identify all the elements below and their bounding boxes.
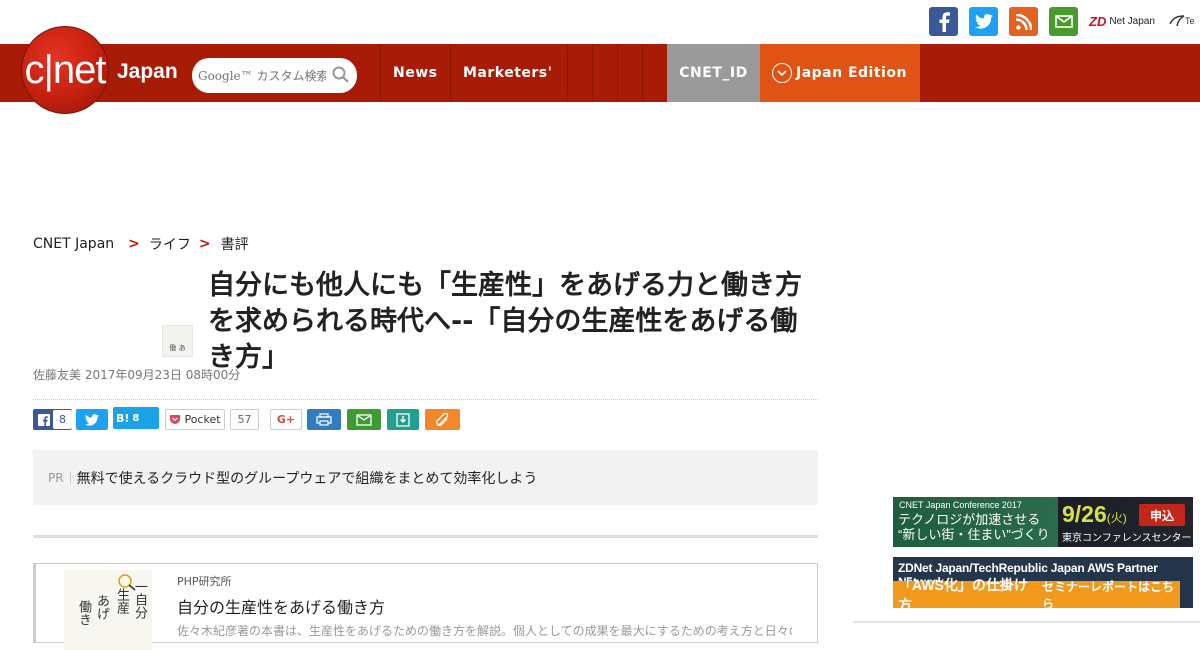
rss-icon[interactable] — [1009, 7, 1038, 36]
techrepublic-icon — [1169, 15, 1185, 27]
mail-icon — [356, 413, 372, 426]
banner-main: 「AWS化」の仕掛け方 — [898, 576, 1028, 609]
zdnet-logo: ZD — [1089, 13, 1107, 29]
facebook-icon — [38, 413, 50, 426]
banner-venue: 東京コンファレンスセンター — [1062, 533, 1192, 544]
pr-link[interactable]: 無料で使えるクラウド型のグループウェアで組織をまとめて効率化しよう — [77, 468, 538, 488]
section-divider — [33, 535, 818, 538]
facebook-share-count: 8 — [53, 410, 72, 429]
save-button[interactable] — [387, 409, 419, 430]
book-cover[interactable]: 一自分 生産 あげ 働き — [64, 570, 152, 650]
book-cover-text: あげ — [94, 594, 109, 620]
nav-news[interactable]: News — [393, 44, 437, 102]
nav-divider — [592, 44, 593, 102]
book-card[interactable]: 一自分 生産 あげ 働き PHP研究所 自分の生産性をあげる働き方 佐々木紀彦著… — [33, 563, 818, 650]
article-headline: 自分にも他人にも「生産性」をあげる力と働き方を求められる時代へ--「自分の生産性… — [208, 270, 802, 373]
search-input[interactable] — [198, 68, 326, 83]
email-share-button[interactable] — [347, 409, 381, 430]
zdnet-japan-link[interactable]: ZD Net Japan — [1089, 8, 1155, 34]
hatena-bookmark-button[interactable]: B! 8 — [113, 407, 159, 429]
site-header: Japan News Marketers' CNET_ID Japan Edit… — [0, 44, 1200, 102]
apply-button[interactable]: 申込 — [1139, 504, 1185, 526]
breadcrumb: CNET Japan > ライフ > 書評 — [33, 234, 249, 254]
conference-banner[interactable]: CNET Japan Conference 2017 テクノロジが加速させる “… — [893, 497, 1193, 547]
print-button[interactable] — [307, 409, 341, 430]
techrepublic-text: Te — [1185, 16, 1195, 26]
pocket-count: 57 — [230, 409, 259, 430]
breadcrumb-review[interactable]: 書評 — [221, 234, 249, 254]
zdnet-text: Net Japan — [1109, 15, 1155, 27]
article-dateline: 佐藤友美 2017年09月23日 08時00分 — [33, 368, 241, 382]
pr-box[interactable]: PR 無料で使えるクラウド型のグループウェアで組織をまとめて効率化しよう — [33, 450, 818, 505]
book-publisher: PHP研究所 — [177, 575, 232, 588]
twitter-icon[interactable] — [969, 7, 998, 36]
divider — [33, 399, 818, 400]
nav-divider — [380, 44, 381, 102]
banner-line-2: “新しい街・住まい”づくり — [898, 527, 1050, 542]
edition-label: Japan Edition — [796, 65, 907, 81]
aws-banner[interactable]: ZDNet Japan/TechRepublic Japan AWS Partn… — [893, 557, 1193, 608]
breadcrumb-life[interactable]: ライフ — [149, 234, 191, 254]
sidebar-divider — [853, 621, 1200, 623]
banner-date: 9/26(火) — [1062, 501, 1127, 528]
pr-tag: PR — [48, 471, 71, 484]
facebook-icon[interactable] — [929, 7, 958, 36]
twitter-share-button[interactable] — [76, 409, 108, 430]
nav-divider — [642, 44, 643, 102]
banner-line-1: テクノロジが加速させる — [898, 512, 1041, 527]
search-box[interactable] — [192, 58, 357, 93]
pocket-icon — [170, 415, 181, 424]
breadcrumb-separator: > — [198, 236, 211, 252]
banner-date-value: 9/26 — [1062, 501, 1107, 527]
book-description: 佐々木紀彦著の本書は、生産性をあげるための働き方を解説。個人としての成果を最大に… — [177, 624, 792, 638]
google-plus-button[interactable]: G+ — [270, 409, 302, 430]
chevron-down-icon — [772, 63, 792, 83]
breadcrumb-home[interactable]: CNET Japan — [33, 236, 114, 252]
banner-sub: セミナーレポートはこちら — [1041, 579, 1174, 609]
mail-icon[interactable] — [1049, 7, 1078, 36]
book-title[interactable]: 自分の生産性をあげる働き方 — [177, 594, 385, 618]
clip-button[interactable] — [425, 409, 460, 430]
banner-cta: 「AWS化」の仕掛け方 セミナーレポートはこちら — [893, 577, 1180, 609]
download-icon — [396, 412, 410, 427]
edition-selector[interactable]: Japan Edition — [760, 44, 920, 102]
nav-divider — [617, 44, 618, 102]
hatena-count: 8 — [132, 412, 140, 424]
cnet-id-button[interactable]: CNET_ID — [667, 44, 760, 102]
hatena-icon: B! — [116, 411, 130, 425]
nav-divider — [450, 44, 451, 102]
book-cover-text: 生産 — [114, 588, 129, 614]
logo-suffix: Japan — [117, 60, 178, 83]
paperclip-icon — [435, 412, 448, 426]
book-cover-text: 一自分 — [132, 580, 147, 619]
pocket-button[interactable]: Pocket — [165, 409, 225, 430]
pocket-label: Pocket — [184, 413, 221, 426]
nav-divider — [567, 44, 568, 102]
cnet-logo[interactable]: c|net — [21, 26, 109, 114]
banner-label: CNET Japan Conference 2017 — [899, 500, 1022, 510]
nav-marketers[interactable]: Marketers' — [463, 44, 552, 102]
logo-text: c|net — [24, 48, 107, 92]
breadcrumb-separator: > — [128, 236, 140, 252]
top-social-strip: ZD Net Japan Te — [0, 0, 1200, 44]
twitter-icon — [85, 413, 99, 426]
book-cover-text: 働き — [76, 600, 91, 626]
banner-weekday: (火) — [1106, 511, 1127, 525]
techrepublic-link[interactable]: Te — [1169, 9, 1200, 33]
search-icon[interactable] — [332, 66, 349, 87]
banner-headline: テクノロジが加速させる “新しい街・住まい”づくり — [898, 512, 1050, 542]
print-icon — [316, 413, 332, 426]
article-thumbnail: 働 あ — [162, 325, 193, 357]
